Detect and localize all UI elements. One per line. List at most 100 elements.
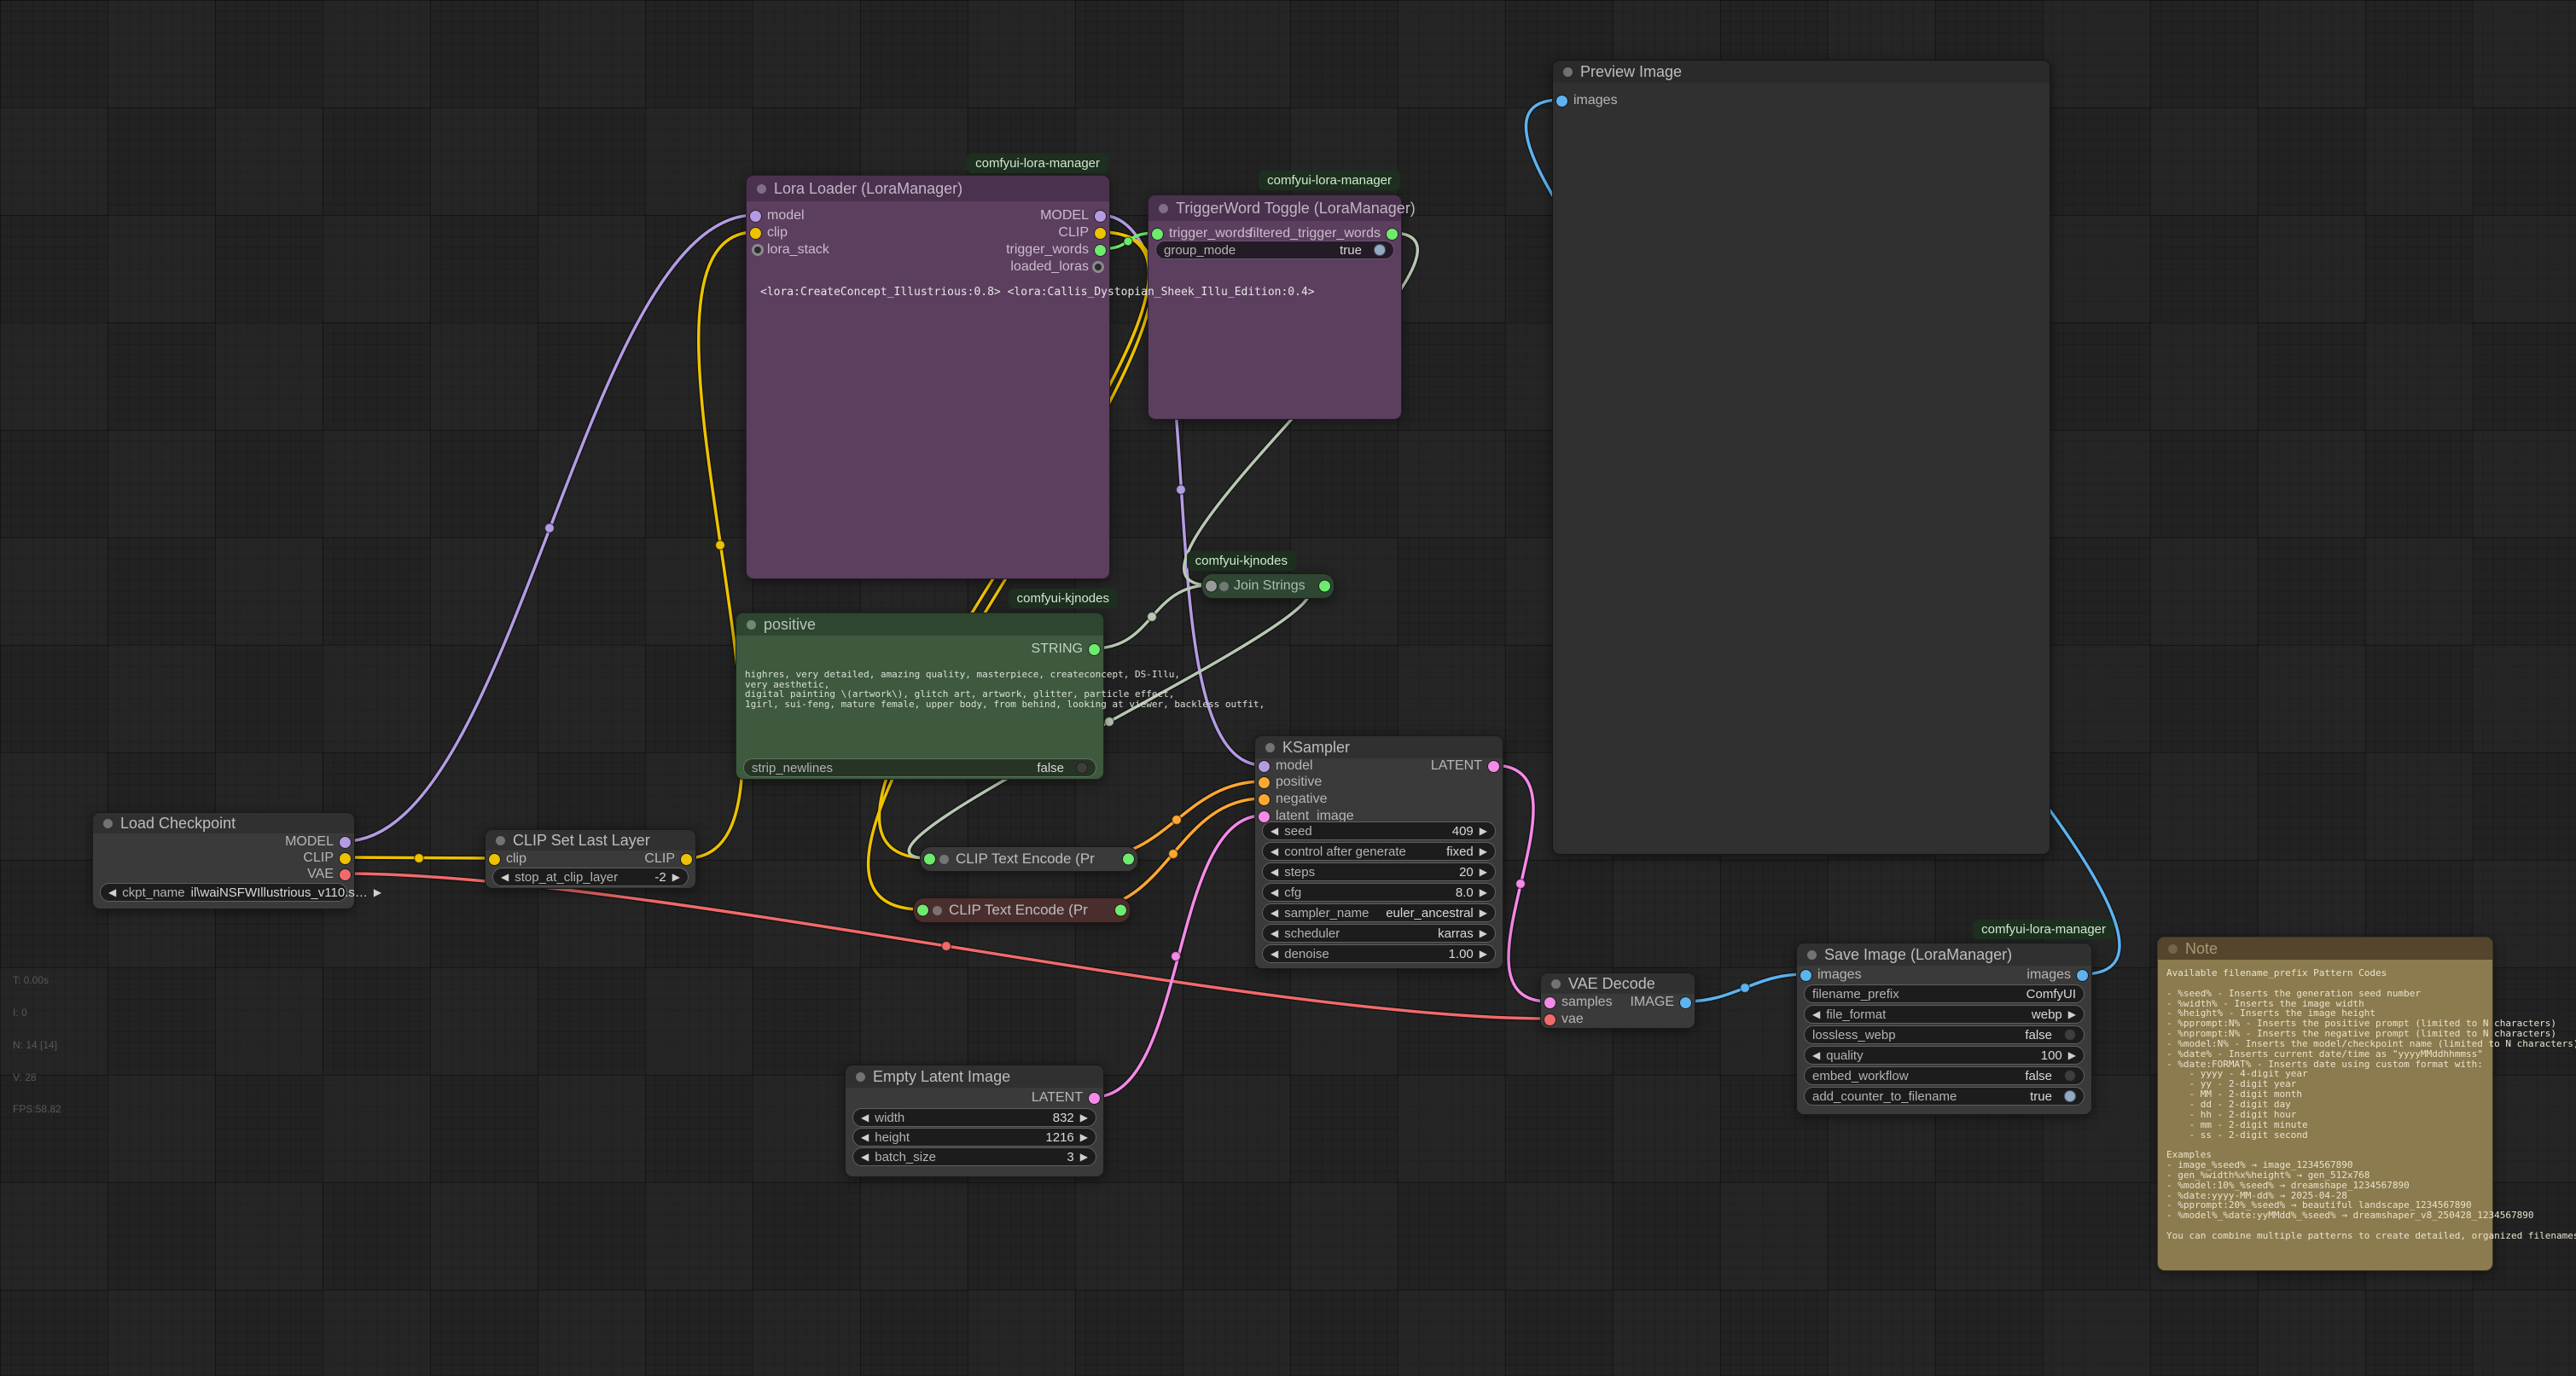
input-dot[interactable] [750,211,761,222]
combo-left-arrow[interactable]: ◀ [1271,927,1278,939]
output-dot[interactable] [340,869,351,880]
combo-right-arrow[interactable]: ▶ [1480,907,1487,919]
input-dot[interactable] [924,854,935,865]
lora-syntax-text[interactable]: <lora:CreateConcept_Illustrious:0.8> <lo… [760,286,1315,299]
port-model-output[interactable]: MODEL [1040,207,1106,224]
combo-left-arrow[interactable]: ◀ [108,886,116,898]
node-vae-decode[interactable]: VAE Decode samples vae IMAGE [1540,972,1695,1029]
port-trigger-words-input[interactable]: trigger_words [1152,225,1252,242]
port-samples-input[interactable]: samples [1544,994,1613,1011]
input-dot[interactable] [1259,777,1270,788]
toggle-off-icon[interactable] [2064,1029,2076,1041]
input-dot[interactable] [489,854,500,865]
combo-left-arrow[interactable]: ◀ [1271,825,1278,837]
positive-prompt-text[interactable]: highres, very detailed, amazing quality,… [745,670,1265,710]
combo-right-arrow[interactable]: ▶ [1480,866,1487,878]
widget-width[interactable]: ◀ width 832 ▶ [852,1108,1096,1127]
combo-left-arrow[interactable]: ◀ [861,1151,869,1163]
combo-left-arrow[interactable]: ◀ [1812,1008,1820,1020]
combo-right-arrow[interactable]: ▶ [1480,927,1487,939]
combo-right-arrow[interactable]: ▶ [1480,845,1487,857]
input-dot[interactable] [1556,96,1567,107]
input-dot[interactable] [750,228,761,239]
node-triggerword-toggle[interactable]: TriggerWord Toggle (LoraManager) trigger… [1148,194,1402,420]
port-clip-output[interactable]: CLIP [644,851,692,868]
widget-control-after-generate[interactable]: ◀ control after generate fixed ▶ [1262,842,1496,861]
output-dot[interactable] [1089,644,1100,655]
combo-left-arrow[interactable]: ◀ [1271,948,1278,960]
port-image-output[interactable]: IMAGE [1630,994,1691,1011]
node-collapse-dot[interactable] [1563,67,1573,77]
node-positive-prompt[interactable]: positive STRING highres, very detailed, … [736,613,1104,780]
port-clip-output[interactable]: CLIP [303,850,351,867]
output-dot[interactable] [1089,1093,1100,1104]
combo-right-arrow[interactable]: ▶ [1080,1131,1088,1143]
node-collapse-dot[interactable] [496,836,505,845]
port-positive-input[interactable]: positive [1259,774,1322,791]
toggle-on-icon[interactable] [1374,244,1386,256]
port-vae-output[interactable]: VAE [307,866,351,883]
combo-left-arrow[interactable]: ◀ [501,871,509,883]
port-negative-input[interactable]: negative [1259,791,1328,808]
node-clip-set-last-layer[interactable]: CLIP Set Last Layer clip CLIP ◀ stop_at_… [485,829,696,889]
widget-file-format[interactable]: ◀ file_format webp ▶ [1804,1005,2085,1024]
combo-right-arrow[interactable]: ▶ [1080,1112,1088,1123]
input-dot[interactable] [752,244,764,256]
widget-group-mode[interactable]: group_mode true [1155,241,1394,259]
combo-left-arrow[interactable]: ◀ [861,1131,869,1143]
port-latent-output[interactable]: LATENT [1032,1089,1100,1106]
combo-right-arrow[interactable]: ▶ [2068,1008,2076,1020]
port-latent-output[interactable]: LATENT [1431,758,1499,775]
combo-left-arrow[interactable]: ◀ [1812,1049,1820,1061]
node-clip-text-encode-positive[interactable]: CLIP Text Encode (Pr [920,846,1138,872]
widget-batch-size[interactable]: ◀ batch_size 3 ▶ [852,1147,1096,1166]
output-dot[interactable] [1095,211,1106,222]
node-collapse-dot[interactable] [757,184,766,194]
node-collapse-dot[interactable] [856,1072,865,1082]
port-lora-stack-input[interactable]: lora_stack [750,241,829,258]
combo-right-arrow[interactable]: ▶ [1080,1151,1088,1163]
port-images-output[interactable]: images [2026,967,2088,984]
output-dot[interactable] [340,837,351,848]
output-dot[interactable] [1680,997,1691,1008]
widget-strip-newlines[interactable]: strip_newlines false [743,758,1096,777]
input-dot[interactable] [1206,581,1217,592]
node-preview-image[interactable]: Preview Image images [1552,60,2050,855]
combo-left-arrow[interactable]: ◀ [861,1112,869,1123]
combo-left-arrow[interactable]: ◀ [1271,845,1278,857]
node-collapse-dot[interactable] [1159,204,1168,213]
widget-cfg[interactable]: ◀ cfg 8.0 ▶ [1262,883,1496,902]
combo-left-arrow[interactable]: ◀ [1271,907,1278,919]
input-dot[interactable] [917,905,928,916]
input-dot[interactable] [1544,1014,1555,1025]
node-collapse-dot[interactable] [1807,950,1817,960]
node-collapse-dot[interactable] [933,906,942,915]
input-dot[interactable] [1152,229,1163,240]
widget-height[interactable]: ◀ height 1216 ▶ [852,1128,1096,1147]
node-ksampler[interactable]: KSampler model LATENT positive negative … [1254,735,1503,969]
output-dot[interactable] [1092,261,1104,273]
node-lora-loader[interactable]: Lora Loader (LoraManager) model clip lor… [746,175,1110,579]
node-save-image[interactable]: Save Image (LoraManager) images images f… [1796,943,2092,1115]
node-collapse-dot[interactable] [747,620,756,630]
port-model-input[interactable]: model [750,207,805,224]
combo-right-arrow[interactable]: ▶ [2068,1049,2076,1061]
output-dot[interactable] [2077,970,2088,981]
widget-add-counter[interactable]: add_counter_to_filename true [1804,1087,2085,1106]
combo-right-arrow[interactable]: ▶ [1480,948,1487,960]
port-clip-output[interactable]: CLIP [1058,224,1106,241]
port-clip-input[interactable]: clip [750,224,788,241]
combo-right-arrow[interactable]: ▶ [1480,825,1487,837]
toggle-off-icon[interactable] [1076,762,1088,774]
port-loaded-loras-output[interactable]: loaded_loras [1010,258,1106,276]
input-dot[interactable] [1800,970,1811,981]
node-canvas[interactable]: Preview Image images Note Available file… [0,0,2576,1376]
node-collapse-dot[interactable] [103,819,113,828]
port-images-input[interactable]: images [1556,92,1618,109]
output-dot[interactable] [681,854,692,865]
node-collapse-dot[interactable] [1265,743,1275,752]
widget-seed[interactable]: ◀ seed 409 ▶ [1262,822,1496,840]
widget-lossless-webp[interactable]: lossless_webp false [1804,1025,2085,1044]
node-join-strings[interactable]: Join Strings [1201,573,1335,599]
input-dot[interactable] [1259,794,1270,805]
